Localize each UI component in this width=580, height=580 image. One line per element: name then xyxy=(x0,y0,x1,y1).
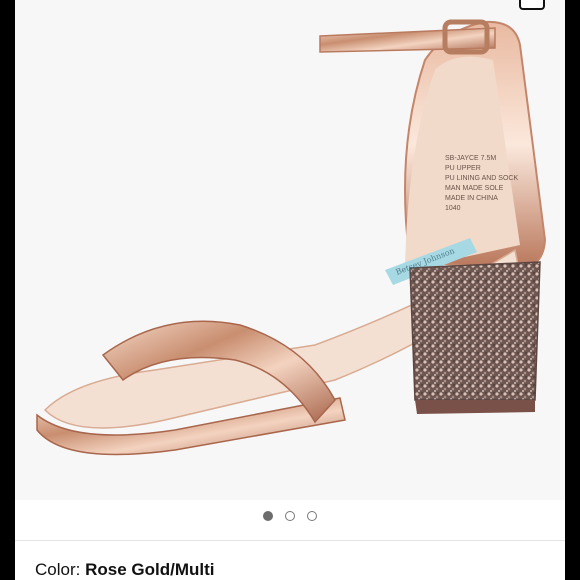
svg-text:MADE IN CHINA: MADE IN CHINA xyxy=(445,195,498,202)
product-page: SB-JAYCE 7.5M PU UPPER PU LINING AND SOC… xyxy=(15,0,565,580)
svg-text:MAN MADE SOLE: MAN MADE SOLE xyxy=(445,185,504,192)
image-pagination-dots xyxy=(15,508,565,524)
svg-text:1040: 1040 xyxy=(445,205,461,212)
svg-text:PU LINING AND SOCK: PU LINING AND SOCK xyxy=(445,175,518,182)
pagination-dot-3[interactable] xyxy=(307,511,317,521)
svg-text:PU UPPER: PU UPPER xyxy=(445,165,481,172)
svg-text:SB-JAYCE 7.5M: SB-JAYCE 7.5M xyxy=(445,155,496,162)
product-image-gallery[interactable]: SB-JAYCE 7.5M PU UPPER PU LINING AND SOC… xyxy=(15,0,565,500)
color-label: Color: xyxy=(35,560,81,579)
share-icon[interactable] xyxy=(519,0,545,10)
sandal-image: SB-JAYCE 7.5M PU UPPER PU LINING AND SOC… xyxy=(36,19,547,456)
color-value: Rose Gold/Multi xyxy=(85,560,215,579)
color-selection: Color: Rose Gold/Multi xyxy=(35,560,214,580)
pagination-dot-2[interactable] xyxy=(285,511,295,521)
pagination-dot-1[interactable] xyxy=(263,511,273,521)
divider xyxy=(15,540,565,541)
